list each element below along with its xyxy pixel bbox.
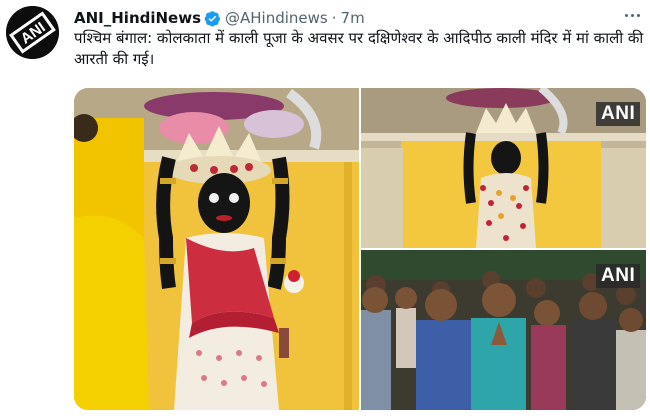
- watermark-label: ANI: [596, 264, 641, 288]
- author-name[interactable]: ANI_HindiNews: [74, 9, 201, 27]
- author-handle[interactable]: @AHindinews: [225, 9, 328, 27]
- tweet-text: पश्चिम बंगाल: कोलकाता में काली पूजा के अ…: [74, 29, 644, 68]
- watermark-label: ANI: [596, 102, 641, 126]
- media-image-idol-closeup[interactable]: [74, 88, 359, 410]
- more-options-icon[interactable]: [622, 8, 642, 22]
- tweet-media-grid[interactable]: ANI ANI: [74, 88, 646, 410]
- author-avatar[interactable]: ANI: [6, 6, 59, 59]
- tweet-header: ANI_HindiNews @AHindinews · 7m: [74, 8, 644, 28]
- tweet-timestamp[interactable]: 7m: [341, 9, 365, 27]
- separator-dot: ·: [331, 9, 337, 27]
- verified-badge-icon: [204, 10, 220, 26]
- ani-logo-icon: ANI: [6, 6, 59, 59]
